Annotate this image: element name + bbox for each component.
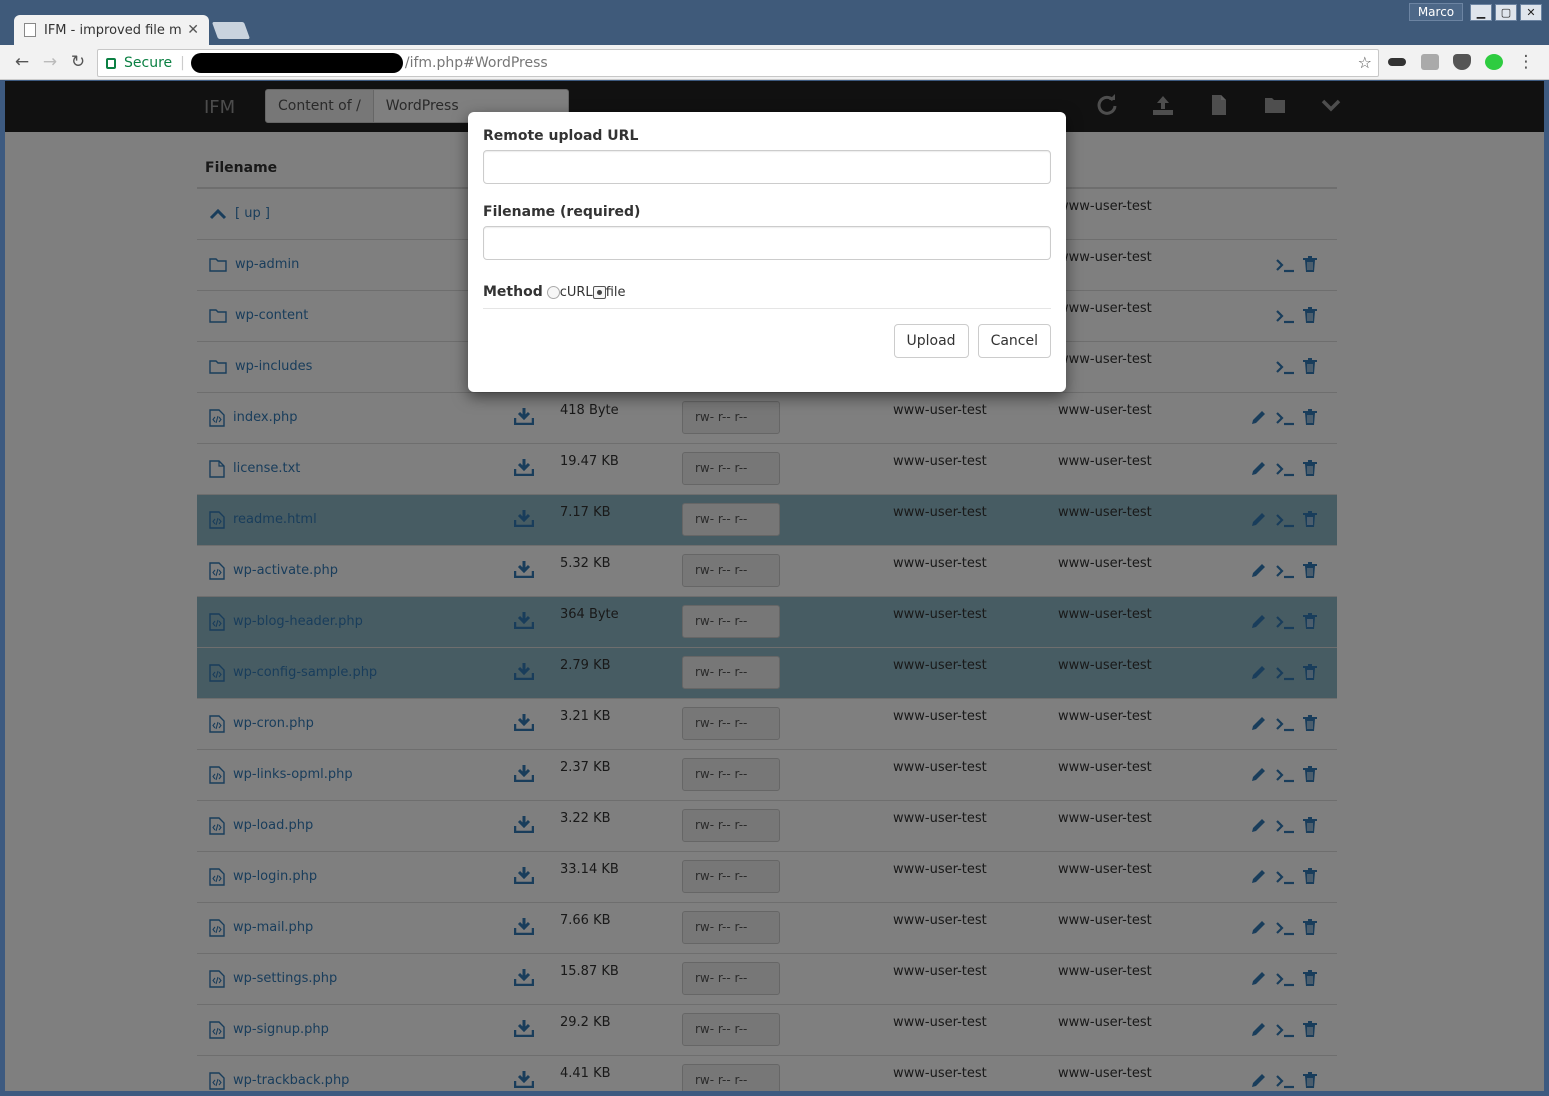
lock-icon: [106, 57, 116, 69]
page-icon: [24, 23, 36, 37]
new-tab-button[interactable]: [211, 22, 251, 39]
remote-url-label: Remote upload URL: [483, 128, 639, 144]
cancel-button[interactable]: Cancel: [977, 324, 1051, 358]
method-label: Method: [483, 284, 543, 300]
method-curl-radio[interactable]: [546, 285, 560, 299]
forward-arrow-icon[interactable]: →: [39, 52, 61, 72]
reload-icon[interactable]: ↻: [67, 52, 89, 72]
remote-upload-dialog: Remote upload URL Filename (required) Me…: [468, 112, 1066, 392]
extension-mask-icon[interactable]: [1388, 58, 1406, 66]
maximize-button[interactable]: ▢: [1495, 4, 1517, 21]
tab-title: IFM - improved file m: [44, 22, 182, 38]
menu-dots-icon[interactable]: ⋮: [1515, 52, 1537, 72]
browser-titlebar: IFM - improved file m ✕ Marco ▁ ▢ ✕: [0, 0, 1549, 45]
browser-toolbar: ← → ↻ Secure | /ifm.php#WordPress ☆ ⋮: [0, 45, 1549, 80]
extension-puzzle-icon[interactable]: [1421, 54, 1439, 70]
close-tab-icon[interactable]: ✕: [187, 22, 199, 38]
back-arrow-icon[interactable]: ←: [11, 52, 33, 72]
method-group: Method cURL file: [483, 284, 1051, 309]
remote-url-input[interactable]: [483, 150, 1051, 184]
url-path: /ifm.php#WordPress: [404, 55, 548, 71]
address-bar[interactable]: Secure | /ifm.php#WordPress ☆: [97, 49, 1379, 77]
minimize-button[interactable]: ▁: [1470, 4, 1492, 21]
bookmark-star-icon[interactable]: ☆: [1358, 53, 1372, 72]
close-window-button[interactable]: ✕: [1520, 4, 1542, 21]
upload-button[interactable]: Upload: [893, 324, 969, 358]
secure-label: Secure: [124, 55, 173, 71]
method-file-radio[interactable]: [592, 285, 606, 299]
filename-input[interactable]: [483, 226, 1051, 260]
app-viewport: IFM Content of / WordPress Filename: [5, 81, 1544, 1091]
method-curl-label: cURL: [559, 284, 593, 300]
filename-label: Filename (required): [483, 204, 641, 220]
dialog-footer: Upload Cancel: [483, 309, 1051, 358]
profile-button[interactable]: Marco: [1409, 3, 1463, 21]
redacted-host: [190, 53, 403, 73]
method-file-label: file: [605, 284, 626, 300]
separator: |: [180, 55, 185, 71]
extension-shield-icon[interactable]: [1453, 54, 1471, 70]
browser-tab[interactable]: IFM - improved file m ✕: [14, 15, 209, 45]
extension-green-icon[interactable]: [1485, 54, 1503, 70]
